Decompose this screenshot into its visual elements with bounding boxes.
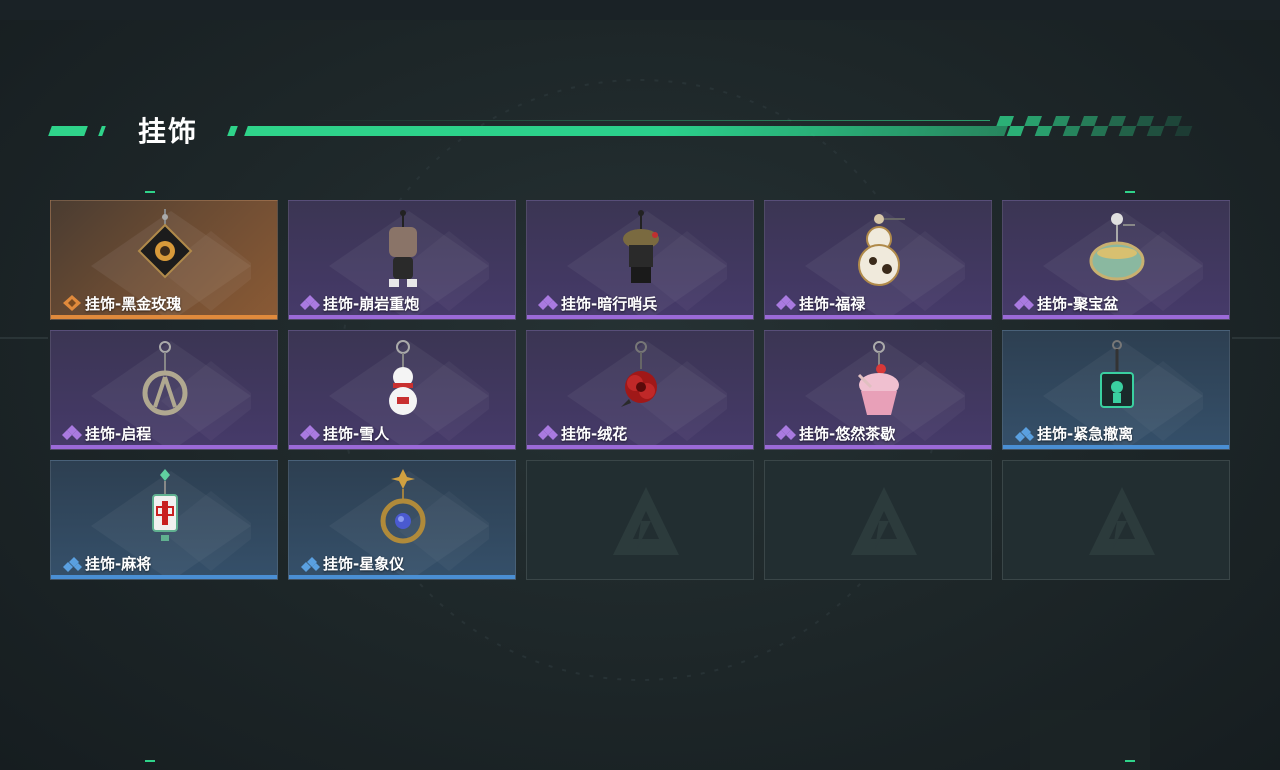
rarity-purple-icon (62, 425, 82, 440)
rarity-bar (765, 315, 991, 319)
rarity-bar (51, 575, 277, 579)
rarity-purple-icon (538, 295, 558, 310)
charm-name: 挂饰-福禄 (799, 294, 866, 313)
header-accent-bar (227, 126, 238, 136)
rarity-purple-icon (776, 295, 796, 310)
gourd-charm-icon (858, 214, 905, 286)
rarity-orange-icon (63, 295, 81, 311)
charm-name: 挂饰-启程 (85, 424, 152, 443)
header-accent-bar (48, 126, 88, 136)
charm-card[interactable]: 挂饰-麻将 (50, 460, 278, 580)
charm-card[interactable]: 挂饰-黑金玫瑰 (50, 200, 278, 320)
charm-card[interactable]: 挂饰-雪人 (288, 330, 516, 450)
charm-name-row: 挂饰-悠然茶歇 (775, 422, 895, 444)
charm-name: 挂饰-黑金玫瑰 (85, 294, 182, 313)
charm-name: 挂饰-崩岩重炮 (323, 294, 420, 313)
charm-name-row: 挂饰-聚宝盆 (1013, 292, 1118, 314)
charm-name: 挂饰-麻将 (85, 554, 152, 573)
rarity-purple-icon (538, 425, 558, 440)
rarity-purple-icon (300, 425, 320, 440)
header-checker-pattern (996, 116, 1193, 136)
header-accent-bar (98, 126, 106, 136)
charm-name-row: 挂饰-雪人 (299, 422, 389, 444)
charm-name-row: 挂饰-紧急撤离 (1013, 422, 1133, 444)
game-logo-icon (1089, 487, 1155, 555)
empty-slot (764, 460, 992, 580)
charm-name-row: 挂饰-黑金玫瑰 (61, 292, 181, 314)
charm-name-row: 挂饰-启程 (61, 422, 151, 444)
journey-medal-charm-icon (142, 341, 188, 416)
page-title: 挂饰 (138, 116, 199, 147)
header-progress-line (244, 126, 1008, 136)
corner-tick (1125, 760, 1135, 762)
header-thin-line (300, 120, 990, 121)
charm-card[interactable]: 挂饰-暗行哨兵 (526, 200, 754, 320)
rarity-blue-icon (301, 557, 320, 572)
charm-name: 挂饰-雪人 (323, 424, 390, 443)
top-strip (0, 0, 1280, 20)
charm-grid: 挂饰-黑金玫瑰 挂饰-崩岩重炮 挂饰-暗行哨兵 挂饰-福禄 挂饰-聚宝盆 挂饰-… (50, 200, 1230, 580)
charm-card[interactable]: 挂饰-紧急撤离 (1002, 330, 1230, 450)
rarity-bar (289, 315, 515, 319)
corner-tick (145, 760, 155, 762)
charm-card[interactable]: 挂饰-悠然茶歇 (764, 330, 992, 450)
mahjong-tile-charm-icon (152, 469, 178, 541)
charm-name: 挂饰-星象仪 (323, 554, 405, 573)
dark-sentinel-charm-icon (623, 210, 659, 283)
corner-tick (1125, 191, 1135, 193)
charm-name-row: 挂饰-暗行哨兵 (537, 292, 657, 314)
rarity-blue-icon (1015, 427, 1034, 442)
rarity-bar (527, 315, 753, 319)
charm-name: 挂饰-聚宝盆 (1037, 294, 1119, 313)
rarity-purple-icon (1014, 295, 1034, 310)
rarity-bar (289, 445, 515, 449)
rarity-purple-icon (300, 295, 320, 310)
empty-slot (1002, 460, 1230, 580)
charm-card[interactable]: 挂饰-星象仪 (288, 460, 516, 580)
rarity-bar (289, 575, 515, 579)
rarity-bar (765, 445, 991, 449)
empty-slot (526, 460, 754, 580)
charm-name: 挂饰-悠然茶歇 (799, 424, 896, 443)
snowman-charm-icon (389, 340, 417, 415)
corner-tick (145, 191, 155, 193)
charm-card[interactable]: 挂饰-聚宝盆 (1002, 200, 1230, 320)
game-logo-icon (851, 487, 917, 555)
rarity-bar (1003, 315, 1229, 319)
charm-name-row: 挂饰-绒花 (537, 422, 627, 444)
rock-cannon-charm-icon (389, 210, 417, 287)
velvet-flower-charm-icon (621, 341, 657, 407)
rarity-blue-icon (63, 557, 82, 572)
rarity-bar (51, 445, 277, 449)
rarity-bar (1003, 445, 1229, 449)
section-header: 挂饰 (0, 100, 1280, 160)
rarity-bar (51, 315, 277, 319)
rarity-bar (527, 445, 753, 449)
black-gold-rose-charm-icon (137, 209, 193, 279)
astrolabe-charm-icon (380, 469, 426, 544)
rarity-purple-icon (776, 425, 796, 440)
treasure-bowl-charm-icon (1089, 213, 1145, 281)
charm-card[interactable]: 挂饰-福禄 (764, 200, 992, 320)
charm-card[interactable]: 挂饰-绒花 (526, 330, 754, 450)
charm-name-row: 挂饰-星象仪 (299, 552, 404, 574)
charm-name-row: 挂饰-麻将 (61, 552, 151, 574)
charm-name: 挂饰-暗行哨兵 (561, 294, 658, 313)
charm-card[interactable]: 挂饰-崩岩重炮 (288, 200, 516, 320)
charm-name-row: 挂饰-崩岩重炮 (299, 292, 419, 314)
cupcake-charm-icon (857, 341, 899, 415)
charm-card[interactable]: 挂饰-启程 (50, 330, 278, 450)
emergency-evac-charm-icon (1100, 340, 1134, 408)
game-logo-icon (613, 487, 679, 555)
charm-name: 挂饰-绒花 (561, 424, 628, 443)
charm-name: 挂饰-紧急撤离 (1037, 424, 1134, 443)
charm-name-row: 挂饰-福禄 (775, 292, 865, 314)
